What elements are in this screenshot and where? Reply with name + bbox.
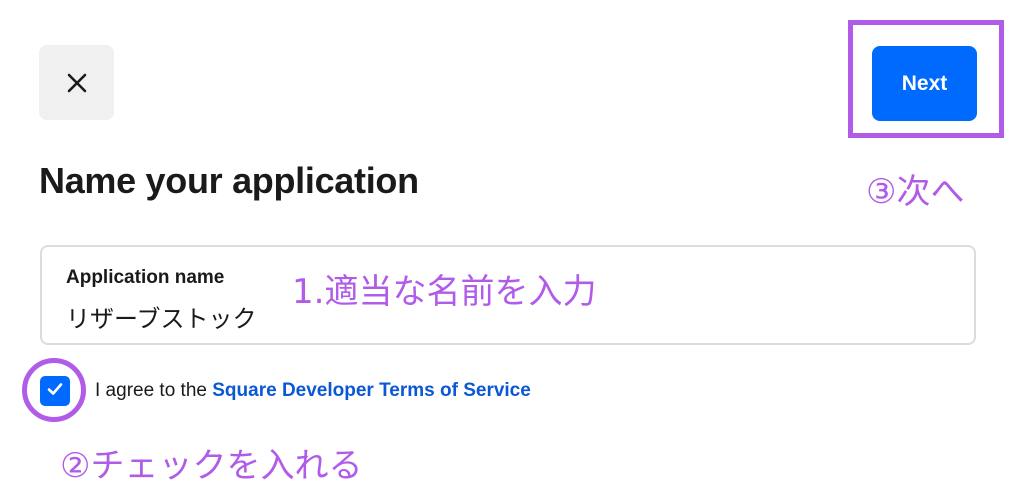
close-icon xyxy=(66,72,88,94)
page-title: Name your application xyxy=(39,160,419,201)
annotation-step-check: ②チェックを入れる xyxy=(60,446,363,482)
create-app-dialog: Next ③次へ Name your application Applicati… xyxy=(0,0,1024,482)
terms-link[interactable]: Square Developer Terms of Service xyxy=(212,380,531,401)
terms-checkbox[interactable] xyxy=(40,376,70,406)
field-label: Application name xyxy=(66,267,225,288)
close-button[interactable] xyxy=(39,45,114,120)
application-name-input[interactable]: リザーブストック xyxy=(66,299,257,334)
next-button[interactable]: Next xyxy=(872,46,977,121)
terms-agreement: I agree to the Square Developer Terms of… xyxy=(95,380,531,402)
annotation-step-next: ③次へ xyxy=(866,172,965,212)
annotation-step-name: 1.適当な名前を入力 xyxy=(292,272,597,312)
checkmark-icon xyxy=(46,380,64,403)
agree-prefix: I agree to the xyxy=(95,380,213,401)
